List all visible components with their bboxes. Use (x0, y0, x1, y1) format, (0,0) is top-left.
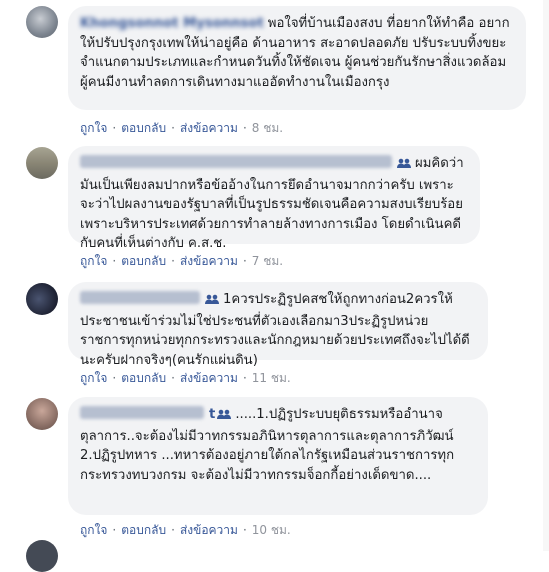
comment-author-name[interactable]: t (209, 407, 215, 422)
avatar[interactable] (26, 6, 58, 38)
comment-bubble: 1ควรประฏิรูปคสชให้ถูกทางก่อน2ควรให้ประชา… (68, 282, 488, 368)
separator-dot: · (242, 523, 247, 537)
avatar[interactable] (26, 398, 58, 430)
comment-author-name[interactable] (80, 291, 200, 304)
send-message-link[interactable]: ส่งข้อความ (180, 523, 238, 537)
separator-dot: · (112, 523, 117, 537)
comment-time[interactable]: 7 ชม. (252, 254, 283, 268)
comment-author-name-blurred[interactable] (80, 406, 204, 419)
scrollbar-track[interactable] (543, 0, 549, 551)
avatar[interactable] (26, 147, 58, 179)
group-member-icon (397, 156, 411, 176)
separator-dot: · (171, 254, 175, 268)
comment-actions: ถูกใจ · ตอบกลับ · ส่งข้อความ · 8 ชม. (80, 119, 283, 138)
separator-dot: · (242, 121, 247, 135)
comment-time[interactable]: 10 ชม. (252, 523, 291, 537)
comment-actions: ถูกใจ · ตอบกลับ · ส่งข้อความ · 7 ชม. (80, 252, 283, 271)
like-link[interactable]: ถูกใจ (80, 371, 107, 385)
comment-actions: ถูกใจ · ตอบกลับ · ส่งข้อความ · 11 ชม. (80, 369, 291, 388)
separator-dot: · (242, 371, 247, 385)
separator-dot: · (112, 121, 117, 135)
comment-bubble: Khongsonnot Mysonnsot พอใจที่บ้านเมืองสงบ… (68, 6, 526, 110)
comment-text-line-2: 2.ปฏิรูปทหาร ...ทหารต้องอยู่ภายใต้กลไกรั… (80, 448, 455, 483)
send-message-link[interactable]: ส่งข้อความ (180, 254, 238, 268)
separator-dot: · (112, 254, 117, 268)
comment-author-name[interactable]: Khongsonnot Mysonnsot (80, 16, 264, 31)
reply-link[interactable]: ตอบกลับ (121, 254, 166, 268)
comment-bubble: t .....1.ปฏิรูประบบยุติธรรมหรืออำนาจตุลาก… (68, 397, 488, 515)
group-member-icon (205, 292, 219, 312)
like-link[interactable]: ถูกใจ (80, 254, 107, 268)
comment-bubble: ผมคิดว่ามันเป็นเพียงลมปากหรือข้ออ้างในกา… (68, 146, 480, 251)
comment-time[interactable]: 11 ชม. (252, 371, 291, 385)
separator-dot: · (242, 254, 247, 268)
comment-author-name[interactable] (80, 155, 392, 168)
avatar[interactable] (26, 540, 58, 572)
separator-dot: · (112, 371, 117, 385)
reply-link[interactable]: ตอบกลับ (121, 371, 166, 385)
reply-link[interactable]: ตอบกลับ (121, 121, 166, 135)
comment-time[interactable]: 8 ชม. (252, 121, 283, 135)
separator-dot: · (171, 523, 175, 537)
like-link[interactable]: ถูกใจ (80, 523, 107, 537)
avatar[interactable] (26, 283, 58, 315)
send-message-link[interactable]: ส่งข้อความ (180, 121, 238, 135)
group-member-icon (217, 407, 232, 427)
send-message-link[interactable]: ส่งข้อความ (180, 371, 238, 385)
reply-link[interactable]: ตอบกลับ (121, 523, 166, 537)
comment-actions: ถูกใจ · ตอบกลับ · ส่งข้อความ · 10 ชม. (80, 521, 291, 540)
like-link[interactable]: ถูกใจ (80, 121, 107, 135)
separator-dot: · (171, 121, 175, 135)
separator-dot: · (171, 371, 175, 385)
